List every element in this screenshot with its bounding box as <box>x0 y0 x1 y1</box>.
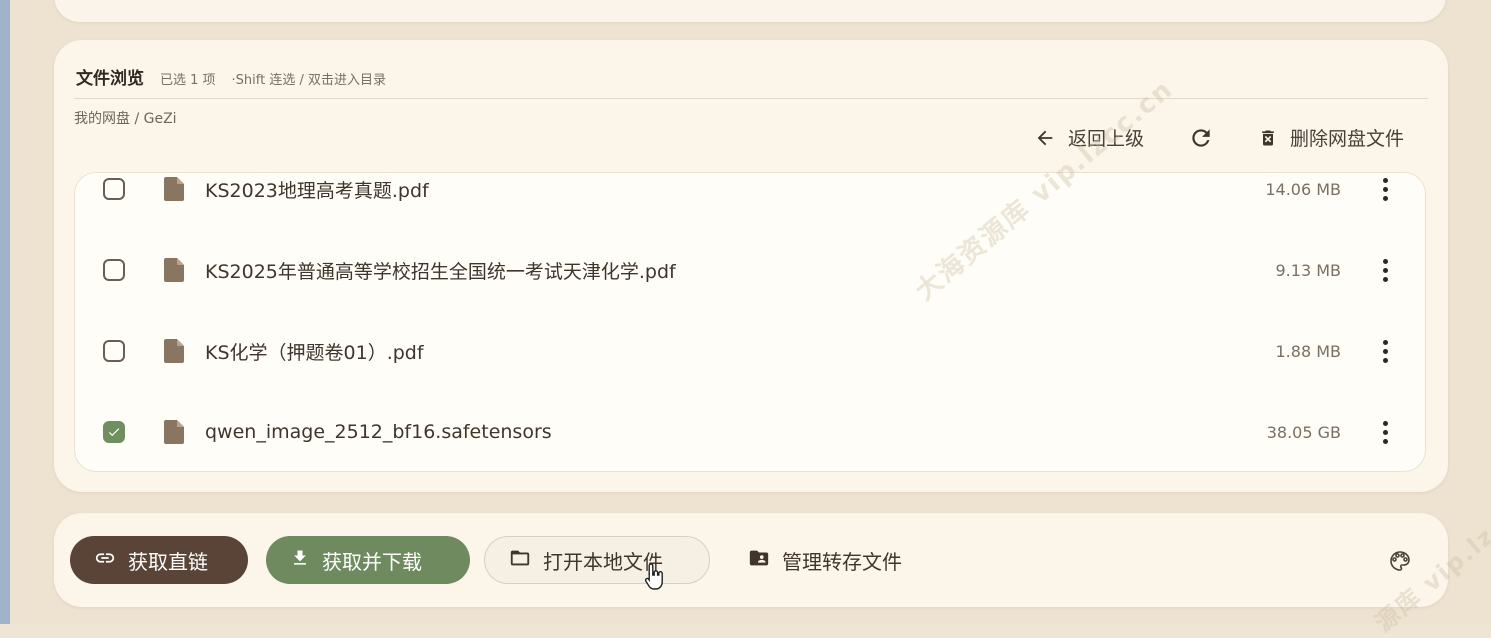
file-name: KS2023地理高考真题.pdf <box>205 179 429 202</box>
card-header: 文件浏览 已选 1 项 ·Shift 连选 / 双击进入目录 <box>76 64 387 89</box>
file-size: 1.88 MB <box>1275 341 1342 361</box>
mouse-cursor-icon <box>644 562 666 596</box>
get-link-label: 获取直链 <box>128 549 208 574</box>
file-icon <box>164 420 184 448</box>
header-divider <box>74 98 1428 99</box>
delete-label: 删除网盘文件 <box>1289 128 1404 150</box>
file-size: 14.06 MB <box>1265 179 1341 199</box>
selection-hint: ·Shift 连选 / 双击进入目录 <box>231 73 387 88</box>
card-title: 文件浏览 <box>76 69 144 89</box>
file-browser-card: 文件浏览 已选 1 项 ·Shift 连选 / 双击进入目录 我的网盘 / Ge… <box>54 40 1448 492</box>
more-options-button[interactable] <box>1375 255 1395 285</box>
link-icon <box>94 547 116 574</box>
folder-icon <box>509 547 531 574</box>
palette-icon[interactable] <box>1388 549 1412 577</box>
refresh-icon <box>1188 125 1214 151</box>
file-name: KS化学（押题卷01）.pdf <box>205 341 424 364</box>
get-download-label: 获取并下载 <box>322 549 422 574</box>
file-size: 38.05 GB <box>1266 422 1341 442</box>
file-name: qwen_image_2512_bf16.safetensors <box>205 421 552 443</box>
arrow-left-icon <box>1034 127 1056 149</box>
breadcrumb[interactable]: 我的网盘 / GeZi <box>74 108 177 128</box>
delete-cloud-files-button[interactable]: 删除网盘文件 <box>1258 124 1404 151</box>
file-row[interactable]: KS2025年普通高等学校招生全国统一考试天津化学.pdf 9.13 MB <box>75 240 1425 300</box>
file-row[interactable]: KS2023地理高考真题.pdf 14.06 MB <box>75 173 1425 219</box>
get-and-download-button[interactable]: 获取并下载 <box>266 536 470 584</box>
trash-icon <box>1258 127 1278 149</box>
refresh-button[interactable] <box>1188 125 1214 151</box>
window-edge <box>0 0 10 624</box>
file-icon <box>164 339 184 367</box>
file-icon <box>164 177 184 205</box>
selected-count: 已选 1 项 <box>160 73 216 88</box>
file-size: 9.13 MB <box>1275 260 1342 280</box>
file-icon <box>164 258 184 286</box>
manage-saved-files-button[interactable]: 管理转存文件 <box>724 536 944 584</box>
folder-shared-icon <box>748 547 770 574</box>
more-options-button[interactable] <box>1375 174 1395 204</box>
action-bar: 获取直链 获取并下载 打开本地文件 管理转存文件 <box>54 513 1448 607</box>
manage-saved-label: 管理转存文件 <box>782 549 902 574</box>
more-options-button[interactable] <box>1375 417 1395 447</box>
file-name: KS2025年普通高等学校招生全国统一考试天津化学.pdf <box>205 260 676 283</box>
row-checkbox[interactable] <box>103 178 125 200</box>
download-icon <box>290 547 310 574</box>
file-list: KS2023地理高考真题.pdf 14.06 MB KS2025年普通高等学校招… <box>74 172 1426 472</box>
row-checkbox[interactable] <box>103 259 125 281</box>
row-checkbox-checked[interactable] <box>103 421 125 443</box>
top-card <box>54 0 1446 22</box>
open-local-file-button[interactable]: 打开本地文件 <box>484 536 710 584</box>
more-options-button[interactable] <box>1375 336 1395 366</box>
file-row[interactable]: qwen_image_2512_bf16.safetensors 38.05 G… <box>75 402 1425 462</box>
row-checkbox[interactable] <box>103 340 125 362</box>
file-row[interactable]: KS化学（押题卷01）.pdf 1.88 MB <box>75 321 1425 381</box>
check-icon <box>108 428 120 437</box>
get-link-button[interactable]: 获取直链 <box>70 536 248 584</box>
